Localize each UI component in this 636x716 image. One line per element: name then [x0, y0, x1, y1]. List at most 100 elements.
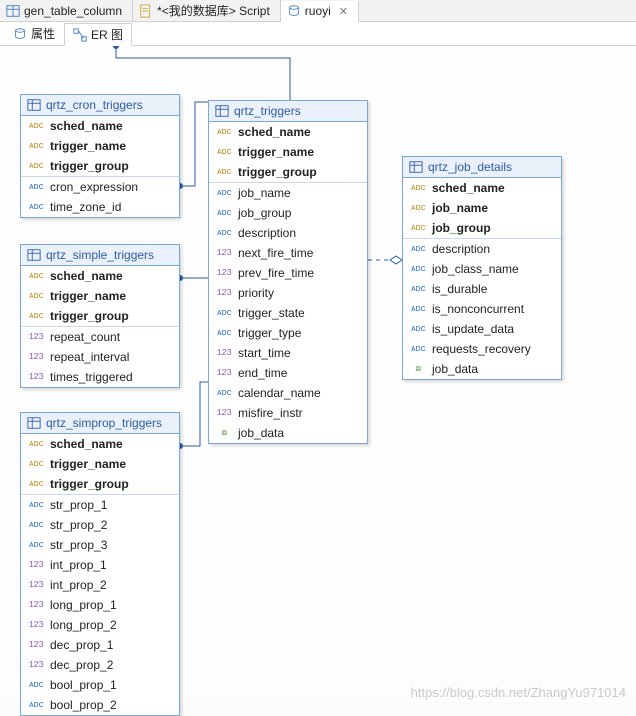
column-name: trigger_type	[238, 325, 301, 341]
column-row[interactable]: ᴀᴅᴄdescription	[403, 239, 561, 259]
column-row[interactable]: ᴀᴅᴄsched_name	[21, 266, 179, 286]
column-row[interactable]: 123dec_prop_2	[21, 655, 179, 675]
column-row[interactable]: ᴀᴅᴄis_nonconcurrent	[403, 299, 561, 319]
coltype-icon: ᴀᴅᴄ	[215, 124, 233, 140]
coltype-icon: ᴀᴅᴄ	[27, 158, 45, 174]
entity-header[interactable]: qrtz_triggers	[209, 101, 367, 122]
column-row[interactable]: ᴀᴅᴄ sched_name	[403, 178, 561, 198]
column-row[interactable]: ᴀᴅᴄtrigger_type	[209, 323, 367, 343]
coltype-icon: ᴀᴅᴄ	[27, 268, 45, 284]
column-row[interactable]: ᴀᴅᴄjob_name	[403, 198, 561, 218]
column-name: is_durable	[432, 281, 487, 297]
coltype-icon: ᴀᴅᴄ	[409, 180, 427, 196]
column-row[interactable]: ᴀᴅᴄtrigger_group	[21, 306, 179, 326]
column-row[interactable]: ᴀᴅᴄtrigger_name	[21, 136, 179, 156]
column-row[interactable]: ᴀᴅᴄis_durable	[403, 279, 561, 299]
entity-title: qrtz_job_details	[428, 160, 512, 174]
column-row[interactable]: ᴀᴅᴄjob_class_name	[403, 259, 561, 279]
entity-qrtz-cron-triggers[interactable]: qrtz_cron_triggersᴀᴅᴄsched_nameᴀᴅᴄtrigge…	[20, 94, 180, 218]
column-row[interactable]: ᴀᴅᴄrequests_recovery	[403, 339, 561, 359]
column-row[interactable]: ᴀᴅᴄsched_name	[21, 434, 179, 454]
view-tab-er-diagram[interactable]: ER 图	[64, 23, 132, 46]
coltype-icon: ᴀᴅᴄ	[409, 200, 427, 216]
column-name: str_prop_2	[50, 517, 107, 533]
column-row[interactable]: ᴀᴅᴄtrigger_name	[21, 286, 179, 306]
column-row[interactable]: ᴀᴅᴄcron_expression	[21, 177, 179, 197]
column-row[interactable]: ⧈job_data	[403, 359, 561, 379]
editor-tab[interactable]: gen_table_column	[0, 0, 133, 21]
column-name: str_prop_1	[50, 497, 107, 513]
column-row[interactable]: ᴀᴅᴄtrigger_name	[21, 454, 179, 474]
column-row[interactable]: ᴀᴅᴄjob_name	[209, 183, 367, 203]
column-row[interactable]: ᴀᴅᴄstr_prop_2	[21, 515, 179, 535]
entity-header[interactable]: qrtz_simprop_triggers	[21, 413, 179, 434]
entity-qrtz-job-details[interactable]: qrtz_job_detailsᴀᴅᴄsched_nameᴀᴅᴄjob_name…	[402, 156, 562, 380]
column-row[interactable]: 123end_time	[209, 363, 367, 383]
entity-qrtz-simprop-triggers[interactable]: qrtz_simprop_triggersᴀᴅᴄsched_nameᴀᴅᴄtri…	[20, 412, 180, 716]
column-row[interactable]: ᴀᴅᴄstr_prop_3	[21, 535, 179, 555]
column-name: misfire_instr	[238, 405, 303, 421]
column-row[interactable]: ᴀᴅᴄ str_prop_1	[21, 495, 179, 515]
column-row[interactable]: ᴀᴅᴄis_update_data	[403, 319, 561, 339]
er-canvas[interactable]: qrtz_cron_triggersᴀᴅᴄsched_nameᴀᴅᴄtrigge…	[0, 46, 636, 702]
column-row[interactable]: ᴀᴅᴄjob_group	[403, 218, 561, 238]
entity-header[interactable]: qrtz_job_details	[403, 157, 561, 178]
column-row[interactable]: ᴀᴅᴄbool_prop_1	[21, 675, 179, 695]
editor-tab-label: *<我的数据库> Script	[157, 2, 270, 19]
entity-qrtz-simple-triggers[interactable]: qrtz_simple_triggersᴀᴅᴄsched_nameᴀᴅᴄtrig…	[20, 244, 180, 388]
entity-header[interactable]: qrtz_simple_triggers	[21, 245, 179, 266]
column-row[interactable]: 123int_prop_1	[21, 555, 179, 575]
column-name: long_prop_1	[50, 597, 117, 613]
coltype-icon: ᴀᴅᴄ	[27, 677, 45, 693]
column-row[interactable]: 123start_time	[209, 343, 367, 363]
column-name: times_triggered	[50, 369, 133, 385]
column-name: trigger_state	[238, 305, 305, 321]
column-name: dec_prop_2	[50, 657, 113, 673]
column-row[interactable]: ᴀᴅᴄsched_name	[21, 116, 179, 136]
column-row[interactable]: 123long_prop_1	[21, 595, 179, 615]
table-icon	[409, 160, 423, 174]
coltype-icon: 123	[27, 577, 45, 593]
column-row[interactable]: 123misfire_instr	[209, 403, 367, 423]
column-row[interactable]: ᴀᴅᴄcalendar_name	[209, 383, 367, 403]
column-row[interactable]: 123dec_prop_1	[21, 635, 179, 655]
close-icon[interactable]: ✕	[339, 5, 348, 18]
column-name: trigger_group	[50, 158, 129, 174]
column-name: sched_name	[432, 180, 505, 196]
coltype-icon: 123	[215, 365, 233, 381]
entity-header[interactable]: qrtz_cron_triggers	[21, 95, 179, 116]
column-row[interactable]: ᴀᴅᴄjob_group	[209, 203, 367, 223]
editor-tab[interactable]: ruoyi ✕	[281, 1, 359, 22]
coltype-icon: ᴀᴅᴄ	[27, 537, 45, 553]
column-name: job_data	[238, 425, 284, 441]
column-row[interactable]: ᴀᴅᴄtrigger_name	[209, 142, 367, 162]
column-row[interactable]: ᴀᴅᴄbool_prop_2	[21, 695, 179, 715]
view-tab-label: ER 图	[91, 26, 123, 43]
column-row[interactable]: 123 int_prop_2	[21, 575, 179, 595]
column-row[interactable]: ᴀᴅᴄtrigger_state	[209, 303, 367, 323]
column-row[interactable]: 123long_prop_2	[21, 615, 179, 635]
column-row[interactable]: ᴀᴅᴄtrigger_group	[21, 474, 179, 494]
database-icon	[287, 4, 301, 18]
column-row[interactable]: ⧈job_data	[209, 423, 367, 443]
column-name: job_data	[432, 361, 478, 377]
column-name: int_prop_2	[50, 577, 107, 593]
view-tab-properties[interactable]: 属性	[4, 22, 64, 45]
column-row[interactable]: 123repeat_count	[21, 327, 179, 347]
column-row[interactable]: 123priority	[209, 283, 367, 303]
editor-tab[interactable]: *<我的数据库> Script	[133, 0, 281, 21]
table-icon	[27, 98, 41, 112]
column-row[interactable]: 123next_fire_time	[209, 243, 367, 263]
column-row[interactable]: 123repeat_interval	[21, 347, 179, 367]
entity-qrtz-triggers[interactable]: qrtz_triggersᴀᴅᴄsched_nameᴀᴅᴄtrigger_nam…	[208, 100, 368, 444]
column-row[interactable]: ᴀᴅᴄtime_zone_id	[21, 197, 179, 217]
column-row[interactable]: ᴀᴅᴄdescription	[209, 223, 367, 243]
table-icon	[6, 4, 20, 18]
column-row[interactable]: 123prev_fire_time	[209, 263, 367, 283]
column-row[interactable]: ᴀᴅᴄ trigger_group	[21, 156, 179, 176]
column-row[interactable]: ᴀᴅᴄtrigger_group	[209, 162, 367, 182]
coltype-icon: 123	[27, 617, 45, 633]
coltype-icon: ᴀᴅᴄ	[27, 497, 45, 513]
column-row[interactable]: ᴀᴅᴄsched_name	[209, 122, 367, 142]
column-row[interactable]: 123times_triggered	[21, 367, 179, 387]
